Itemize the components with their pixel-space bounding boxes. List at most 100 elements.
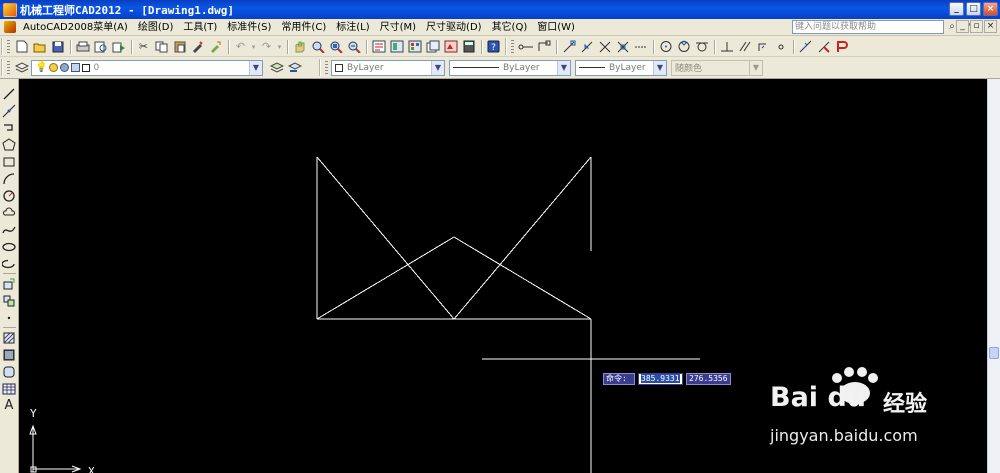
point-icon[interactable]: [1, 309, 18, 326]
snap-apparent-intersection-icon[interactable]: [614, 39, 631, 55]
dynamic-input-x[interactable]: 385.9331: [638, 373, 683, 385]
chevron-down-icon[interactable]: ▼: [653, 60, 666, 75]
vertical-scrollbar[interactable]: [987, 79, 1000, 473]
layer-lock-icon[interactable]: [60, 63, 70, 72]
print-preview-icon[interactable]: [92, 39, 109, 55]
match-properties-icon[interactable]: [189, 39, 206, 55]
snap-from-icon[interactable]: [535, 39, 552, 55]
undo-dropdown-icon[interactable]: ▾: [250, 39, 257, 55]
menu-annotate[interactable]: 标注(L): [331, 19, 374, 36]
document-icon[interactable]: [4, 21, 16, 33]
layer-select[interactable]: 💡 0 ▼: [31, 59, 263, 76]
polygon-icon[interactable]: [1, 136, 18, 153]
menu-autocad2008[interactable]: AutoCAD2008菜单(A): [18, 19, 133, 36]
ellipse-icon[interactable]: [1, 238, 18, 255]
snap-extension-icon[interactable]: [632, 39, 649, 55]
spline-icon[interactable]: [1, 221, 18, 238]
drawing-line-left-diagonal[interactable]: [316, 156, 455, 320]
make-block-icon[interactable]: [1, 292, 18, 309]
menu-tools[interactable]: 工具(T): [178, 19, 222, 36]
ellipse-arc-icon[interactable]: [1, 255, 18, 272]
chevron-down-icon[interactable]: ▼: [249, 60, 262, 75]
chevron-down-icon[interactable]: ▼: [557, 60, 570, 75]
undo-icon[interactable]: ↶: [232, 39, 249, 55]
layer-freeze-icon[interactable]: [49, 63, 59, 72]
drawing-canvas[interactable]: Y X: [20, 79, 987, 473]
doc-restore-button[interactable]: ▫: [970, 20, 983, 33]
menu-standard-parts[interactable]: 标准件(S): [222, 19, 276, 36]
publish-icon[interactable]: [110, 39, 127, 55]
snap-insert-icon[interactable]: [754, 39, 771, 55]
snap-center-icon[interactable]: [657, 39, 674, 55]
print-icon[interactable]: [74, 39, 91, 55]
layer-on-icon[interactable]: 💡: [35, 62, 47, 73]
menu-window[interactable]: 窗口(W): [532, 19, 580, 36]
drawing-line-roof-right[interactable]: [453, 236, 592, 320]
save-icon[interactable]: [49, 39, 66, 55]
zoom-previous-icon[interactable]: [345, 39, 362, 55]
dynamic-input-y[interactable]: 276.5356: [686, 373, 731, 385]
snap-intersection-icon[interactable]: [596, 39, 613, 55]
redo-icon[interactable]: ↷: [258, 39, 275, 55]
help-icon[interactable]: ?: [485, 39, 502, 55]
snap-perpendicular-icon[interactable]: [718, 39, 735, 55]
zoom-realtime-icon[interactable]: [309, 39, 326, 55]
gradient-icon[interactable]: [1, 346, 18, 363]
markup-icon[interactable]: [442, 39, 459, 55]
new-icon[interactable]: [13, 39, 30, 55]
osnap-settings-icon[interactable]: [833, 39, 850, 55]
doc-close-button[interactable]: ×: [984, 20, 997, 33]
hatch-icon[interactable]: [1, 329, 18, 346]
tool-palettes-icon[interactable]: [406, 39, 423, 55]
layer-viewport-icon[interactable]: [71, 63, 81, 72]
make-object-layer-current-icon[interactable]: [268, 60, 285, 76]
design-center-icon[interactable]: [388, 39, 405, 55]
snap-none-icon[interactable]: [815, 39, 832, 55]
polyline-icon[interactable]: [1, 119, 18, 136]
snap-endpoint-icon[interactable]: [560, 39, 577, 55]
pan-icon[interactable]: [291, 39, 308, 55]
revision-cloud-icon[interactable]: [1, 204, 18, 221]
minimize-button[interactable]: _: [949, 2, 964, 16]
arc-icon[interactable]: [1, 170, 18, 187]
snap-midpoint-icon[interactable]: [578, 39, 595, 55]
zoom-window-icon[interactable]: [327, 39, 344, 55]
insert-block-icon[interactable]: [1, 275, 18, 292]
layer-manager-icon[interactable]: [13, 60, 30, 76]
snap-tangent-icon[interactable]: [693, 39, 710, 55]
app-icon[interactable]: [3, 2, 17, 17]
cut-icon[interactable]: ✂: [135, 39, 152, 55]
sheet-set-icon[interactable]: [424, 39, 441, 55]
dynamic-input-x-value[interactable]: 385.9331: [641, 374, 680, 383]
snap-node-icon[interactable]: [772, 39, 789, 55]
construction-line-icon[interactable]: [1, 102, 18, 119]
linetype-select[interactable]: ByLayer ▼: [449, 59, 571, 76]
color-select[interactable]: ByLayer ▼: [331, 59, 445, 76]
chevron-down-icon[interactable]: ▼: [431, 60, 444, 75]
menu-dimension[interactable]: 尺寸(M): [375, 19, 421, 36]
redo-dropdown-icon[interactable]: ▾: [276, 39, 283, 55]
snap-quadrant-icon[interactable]: [675, 39, 692, 55]
close-button[interactable]: ×: [983, 2, 998, 16]
layer-previous-icon[interactable]: [286, 60, 303, 76]
block-editor-icon[interactable]: [207, 39, 224, 55]
drawing-line-roof-left[interactable]: [316, 236, 455, 320]
drawing-line-right-diagonal[interactable]: [453, 156, 592, 320]
menu-other[interactable]: 其它(Q): [487, 19, 533, 36]
rectangle-icon[interactable]: [1, 153, 18, 170]
doc-minimize-button[interactable]: _: [956, 20, 969, 33]
scrollbar-thumb[interactable]: [989, 347, 999, 359]
region-icon[interactable]: [1, 363, 18, 380]
line-icon[interactable]: [1, 85, 18, 102]
menu-common-parts[interactable]: 常用件(C): [276, 19, 331, 36]
calculator-icon[interactable]: [460, 39, 477, 55]
menu-dimension-driven[interactable]: 尺寸驱动(D): [421, 19, 487, 36]
temporary-track-icon[interactable]: [517, 39, 534, 55]
menu-draw[interactable]: 绘图(D): [133, 19, 179, 36]
paste-icon[interactable]: [171, 39, 188, 55]
snap-nearest-icon[interactable]: [797, 39, 814, 55]
properties-icon[interactable]: [370, 39, 387, 55]
help-search-input[interactable]: 键入问题以获取帮助: [792, 20, 944, 34]
maximize-button[interactable]: □: [966, 2, 981, 16]
lineweight-select[interactable]: ByLayer ▼: [575, 59, 667, 76]
